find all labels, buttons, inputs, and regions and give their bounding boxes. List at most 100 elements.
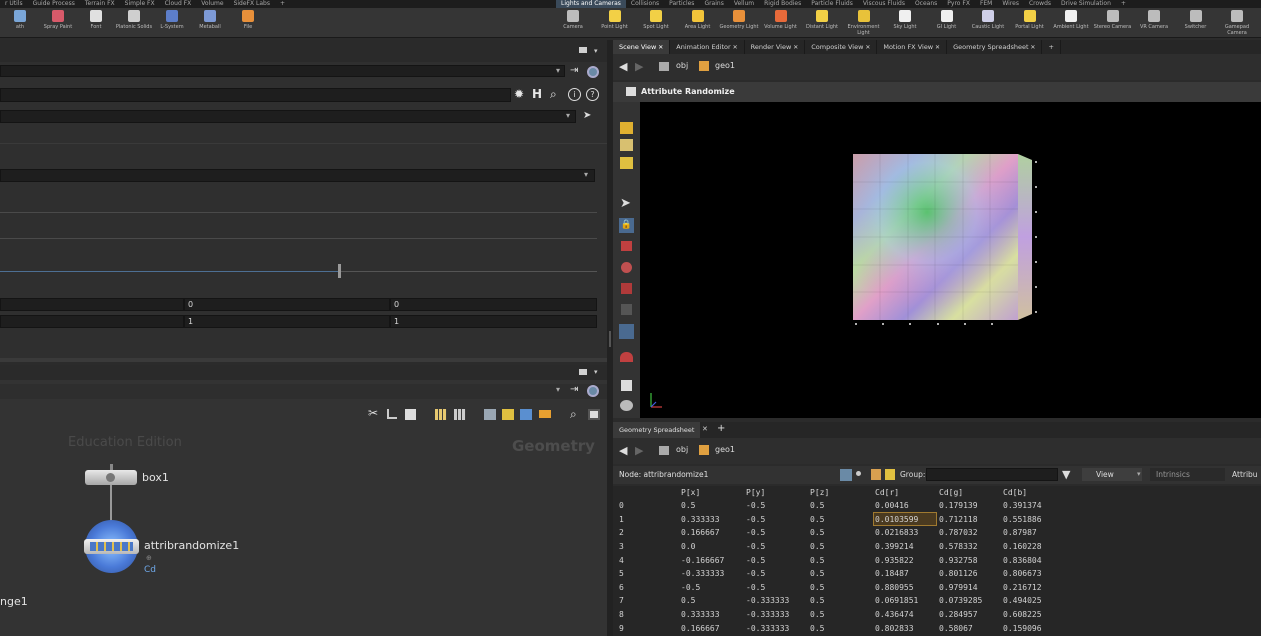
tab-geometry-spreadsheet[interactable]: Geometry Spreadsheet (613, 422, 701, 438)
table-cell[interactable]: 0.787032 (939, 526, 978, 540)
chevron-down-icon[interactable]: ▾ (556, 385, 560, 394)
table-cell[interactable]: 0.333333 (681, 513, 720, 527)
back-arrow-icon[interactable]: ◀ (619, 444, 627, 457)
table-cell[interactable]: 0.0103599 (875, 513, 918, 527)
dot-icon[interactable] (539, 410, 551, 418)
shelf-tab[interactable]: Cloud FX (160, 0, 197, 8)
table-cell[interactable]: 0.0216833 (875, 526, 918, 540)
pane-splitter[interactable] (0, 358, 607, 362)
shelf-tab[interactable]: Rigid Bodies (759, 0, 806, 8)
row-index[interactable]: 6 (619, 581, 624, 595)
shelf-tool[interactable]: Spray Paint (38, 10, 78, 30)
table-cell[interactable]: 0.160228 (1003, 540, 1042, 554)
table-cell[interactable]: 0.578332 (939, 540, 978, 554)
table-row[interactable]: 0 0.5 -0.5 0.5 0.00416 0.179139 0.391374 (613, 499, 1261, 513)
table-cell[interactable]: 0.0739285 (939, 594, 982, 608)
tools-icon[interactable]: ✂ (368, 406, 378, 420)
table-cell[interactable]: 0.333333 (681, 608, 720, 622)
layout-icon[interactable] (387, 409, 397, 419)
link-icon[interactable] (587, 66, 599, 78)
points-mode-icon[interactable] (620, 139, 633, 151)
table-cell[interactable]: -0.5 (746, 554, 765, 568)
search-icon[interactable]: ⌕ (550, 87, 557, 102)
table-cell[interactable]: 0.5 (810, 513, 824, 527)
column-header[interactable]: Cd[r] (875, 486, 899, 500)
table-row[interactable]: 9 0.166667 -0.333333 0.5 0.802833 0.58067 0.15… (613, 622, 1261, 636)
table-cell[interactable]: 0.932758 (939, 554, 978, 568)
table-cell[interactable]: -0.5 (746, 526, 765, 540)
shelf-tool[interactable]: Platonic Solids (114, 10, 154, 30)
detail-class-icon[interactable] (885, 469, 895, 480)
path-geo[interactable]: geo1 (715, 61, 735, 70)
shelf-tab[interactable]: Particle Fluids (806, 0, 858, 8)
table-cell[interactable]: -0.5 (746, 513, 765, 527)
pin-icon[interactable]: ⇥ (570, 65, 578, 76)
table-cell[interactable]: 0.935822 (875, 554, 914, 568)
pane-tab[interactable]: Composite View ✕ (805, 40, 878, 54)
shelf-tab[interactable]: Pyro FX (942, 0, 975, 8)
table-cell[interactable]: 0.712118 (939, 513, 978, 527)
shelf-tab[interactable]: Particles (664, 0, 699, 8)
shelf-tool[interactable]: Switcher (1176, 10, 1216, 30)
shelf-tool[interactable]: Gamepad Camera (1217, 10, 1257, 36)
table-cell[interactable]: 0.87987 (1003, 526, 1037, 540)
table-cell[interactable]: 0.5 (810, 526, 824, 540)
table-cell[interactable]: 0.166667 (681, 622, 720, 636)
table-row[interactable]: 8 0.333333 -0.333333 0.5 0.436474 0.284957 0.6… (613, 608, 1261, 622)
list-icon[interactable] (454, 409, 466, 420)
pane-tab[interactable]: Scene View ✕ (613, 40, 671, 54)
pane-tab[interactable]: Animation Editor ✕ (670, 40, 745, 54)
camera-icon[interactable] (620, 400, 633, 411)
zoom-icon[interactable]: ⌕ (570, 407, 577, 422)
table-cell[interactable]: 0.5 (810, 581, 824, 595)
table-cell[interactable]: -0.5 (746, 540, 765, 554)
shelf-tab[interactable]: Crowds (1024, 0, 1056, 8)
shelf-tool[interactable]: ath (0, 10, 40, 30)
table-cell[interactable]: 0.0691851 (875, 594, 918, 608)
info-icon[interactable]: i (568, 88, 581, 101)
paint-icon[interactable] (621, 380, 632, 391)
column-header[interactable]: P[x] (681, 486, 700, 500)
network-box-icon[interactable] (520, 409, 532, 420)
box1-node[interactable] (85, 470, 137, 485)
table-cell[interactable]: 0.5 (810, 567, 824, 581)
shelf-tool[interactable]: Geometry Light (719, 10, 759, 30)
max-z-field[interactable]: 1 (390, 315, 597, 328)
max-x-field[interactable] (0, 315, 184, 328)
table-cell[interactable]: 0.806673 (1003, 567, 1042, 581)
help-icon[interactable]: ? (586, 88, 599, 101)
viewport-canvas[interactable] (640, 102, 1261, 418)
shelf-tab[interactable]: Viscous Fluids (858, 0, 910, 8)
shelf-tool[interactable]: Stereo Camera (1093, 10, 1133, 30)
shelf-tool[interactable]: File (228, 10, 268, 30)
min-x-field[interactable] (0, 298, 184, 311)
primitives-mode-icon[interactable] (620, 157, 633, 169)
table-cell[interactable]: -0.333333 (746, 594, 789, 608)
back-arrow-icon[interactable]: ◀ (619, 60, 627, 73)
shelf-tool[interactable]: Area Light (678, 10, 718, 30)
handle-icon[interactable] (619, 324, 634, 339)
pin-icon[interactable]: ⇥ (570, 384, 578, 395)
shelf-tool[interactable]: Distant Light (802, 10, 842, 30)
row-index[interactable]: 9 (619, 622, 624, 636)
row-index[interactable]: 4 (619, 554, 624, 568)
shelf-tab[interactable]: Simple FX (120, 0, 160, 8)
table-cell[interactable]: -0.5 (746, 499, 765, 513)
table-row[interactable]: 2 0.166667 -0.5 0.5 0.0216833 0.787032 0.87987 (613, 526, 1261, 540)
shelf-tool[interactable]: Portal Light (1010, 10, 1050, 30)
chevron-down-icon[interactable]: ▾ (556, 66, 560, 75)
table-row[interactable]: 6 -0.5 -0.5 0.5 0.880955 0.979914 0.216712 (613, 581, 1261, 595)
lock-icon[interactable]: 🔒 (619, 218, 634, 233)
column-header[interactable]: Cd[g] (939, 486, 963, 500)
table-cell[interactable]: 0.58067 (939, 622, 973, 636)
table-cell[interactable]: 0.5 (810, 622, 824, 636)
shelf-tool[interactable]: Environment Light (844, 10, 884, 36)
table-cell[interactable]: -0.333333 (681, 567, 724, 581)
shelf-tool[interactable]: Volume Light (761, 10, 801, 30)
vertices-class-icon[interactable] (856, 471, 861, 476)
shelf-tab[interactable]: Wires (997, 0, 1024, 8)
shelf-tool[interactable]: Metaball (190, 10, 230, 30)
points-class-icon[interactable] (840, 469, 852, 481)
pane-tab[interactable]: Geometry Spreadsheet ✕ (947, 40, 1043, 54)
pane-tab[interactable]: Render View ✕ (745, 40, 806, 54)
